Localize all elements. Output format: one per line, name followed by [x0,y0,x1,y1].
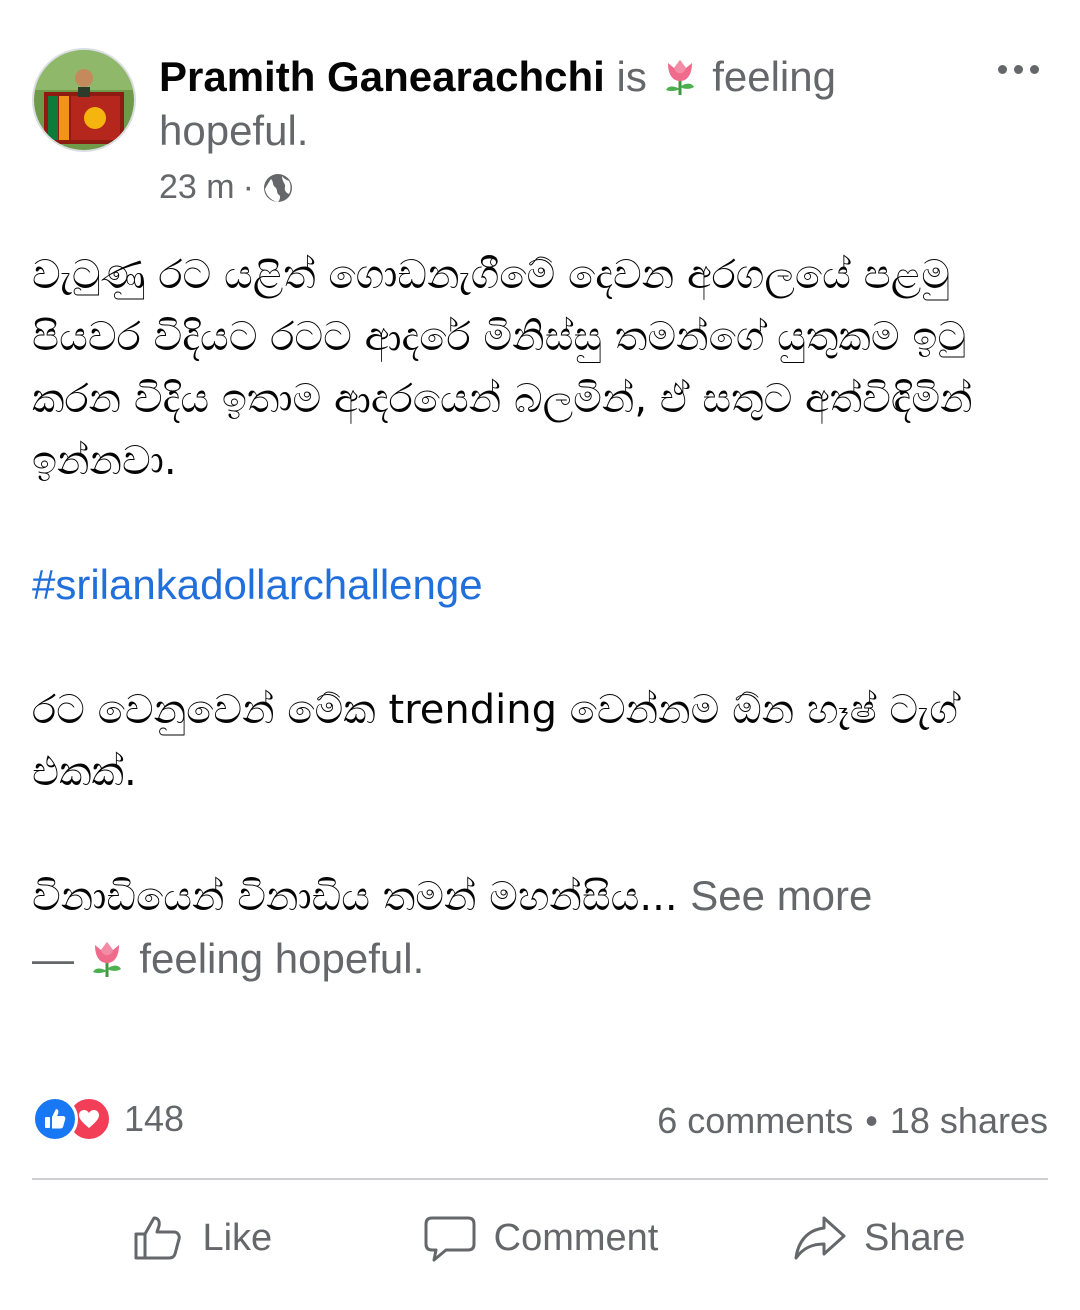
more-options-icon[interactable] [988,54,1048,84]
like-reaction-icon [32,1096,78,1142]
globe-icon [262,172,294,204]
reactions-summary[interactable]: 148 [32,1096,184,1142]
like-button[interactable]: Like [32,1192,371,1284]
engagement-counts: 6 comments • 18 shares [657,1100,1048,1142]
shares-count-link[interactable]: 18 shares [890,1100,1048,1142]
avatar[interactable] [32,48,136,152]
like-label: Like [202,1216,273,1259]
post-meta: 23 m · [159,168,294,207]
post-timestamp[interactable]: 23 m [159,168,235,207]
post-header: Pramith Ganearachchi is feeling hopeful.… [32,44,1048,214]
author-name[interactable]: Pramith Ganearachchi [159,53,605,100]
comments-count-link[interactable]: 6 comments [657,1100,853,1142]
action-bar: Like Comment Share [32,1192,1048,1284]
post-body: වැටුණු රට යළිත් ගොඩනැගීමේ දෙවන අරගලයේ පළ… [32,244,1050,990]
comment-label: Comment [493,1216,659,1259]
divider [32,1178,1048,1180]
reaction-stats: 148 6 comments • 18 shares [32,1094,1048,1148]
feeling-dash: — [32,935,74,982]
counts-separator: • [865,1100,878,1141]
thumbs-up-icon [134,1216,182,1260]
hashtag-link[interactable]: #srilankadollarchallenge [32,561,483,608]
feeling-footer: — feeling hopeful. [32,928,1050,990]
post-paragraph-4: විනාඩියෙන් විනාඩිය තමන් මහන්සිය... [32,874,678,920]
tulip-emoji-icon [659,55,701,97]
feeling-value[interactable]: hopeful. [159,107,308,154]
tulip-emoji-icon [86,934,128,977]
feeling-word: feeling [712,53,836,100]
post-title: Pramith Ganearachchi is feeling hopeful. [159,50,919,158]
post-paragraph-3: රට වෙනුවෙන් මේක trending වෙන්නම ඕන හෑෂ් … [32,687,958,795]
post-paragraph-1: වැටුණු රට යළිත් ගොඩනැගීමේ දෙවන අරගලයේ පළ… [32,252,973,484]
comment-bubble-icon [424,1216,476,1262]
share-arrow-icon [794,1216,846,1260]
activity-verb: is [616,53,647,100]
see-more-link[interactable]: See more [690,872,872,919]
reaction-count: 148 [124,1098,185,1139]
share-label: Share [863,1216,966,1259]
feeling-footer-text[interactable]: feeling hopeful. [139,935,424,982]
comment-button[interactable]: Comment [371,1192,710,1284]
share-button[interactable]: Share [709,1192,1048,1284]
meta-separator: · [242,168,254,206]
